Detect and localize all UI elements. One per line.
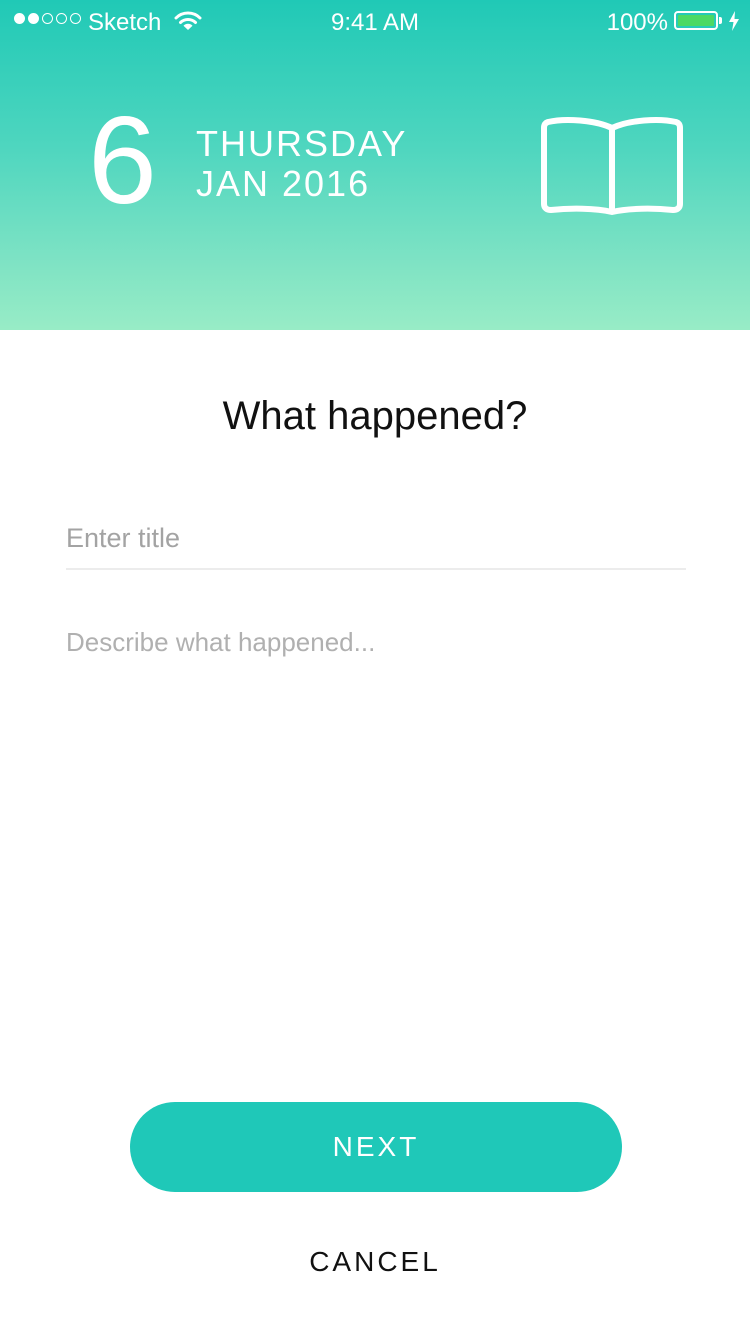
battery-icon xyxy=(674,11,718,30)
day-number: 6 xyxy=(88,92,157,230)
cancel-button[interactable]: CANCEL xyxy=(0,1242,750,1282)
status-bar: Sketch 9:41 AM 100% xyxy=(0,0,750,44)
weekday-label: THURSDAY xyxy=(196,123,408,164)
battery-level xyxy=(678,15,714,26)
month-year-label: JAN 2016 xyxy=(196,163,371,204)
open-book-icon[interactable] xyxy=(540,116,684,216)
battery-tip xyxy=(719,17,722,24)
description-input[interactable] xyxy=(66,622,686,1042)
date-header: Sketch 9:41 AM 100% 6 THURSDAY JAN 2016 xyxy=(0,0,750,330)
title-input[interactable] xyxy=(66,508,686,570)
next-button[interactable]: NEXT xyxy=(130,1102,622,1192)
page-title: What happened? xyxy=(222,394,528,438)
charging-bolt-icon xyxy=(729,11,739,31)
battery-percentage: 100% xyxy=(606,9,668,36)
